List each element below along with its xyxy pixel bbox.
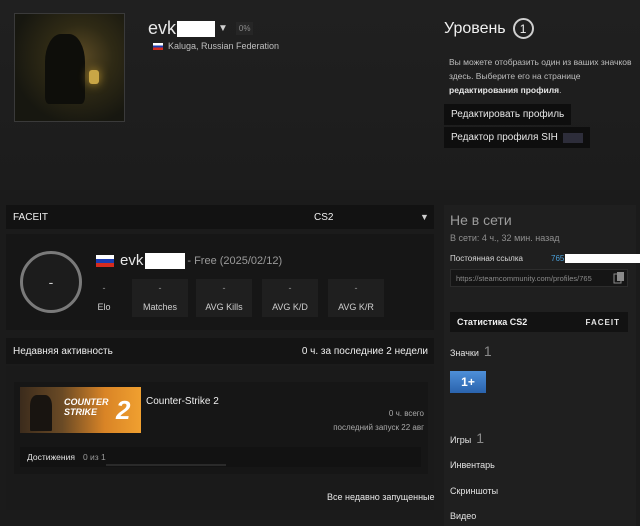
- soldier-silhouette: [30, 395, 52, 431]
- inventory-link[interactable]: Инвентарь: [450, 460, 495, 470]
- edit-profile-button[interactable]: Редактировать профиль: [444, 104, 572, 125]
- badge-icon[interactable]: 1+: [450, 371, 486, 393]
- stat-avg-kr: - AVG K/R: [328, 279, 384, 317]
- recent-activity-header: Недавняя активность 0 ч. за последние 2 …: [6, 338, 434, 364]
- avatar[interactable]: [14, 13, 125, 122]
- faceit-label: FACEIT: [13, 211, 49, 223]
- stat-value: -: [222, 283, 226, 293]
- russia-flag-icon: [96, 254, 114, 267]
- sih-editor-button[interactable]: Редактор профиля SIH: [444, 127, 590, 148]
- games-label: Игры: [450, 435, 472, 445]
- stat-label: Elo: [97, 302, 111, 312]
- achievements-label: Достижения: [27, 452, 75, 462]
- badges-label: Значки: [450, 348, 479, 358]
- permalink-id-text: 765: [551, 254, 565, 263]
- location-text: Kaluga, Russian Federation: [168, 41, 280, 51]
- game-hours-total: 0 ч. всего: [388, 409, 424, 418]
- faceit-dropdown[interactable]: FACEIT CS2 ▼: [6, 205, 434, 229]
- redaction-box: [145, 252, 186, 269]
- stat-value: -: [354, 283, 358, 293]
- stat-elo: - Elo: [76, 279, 132, 317]
- faceit-level-ring: -: [20, 251, 82, 313]
- chevron-down-icon[interactable]: ▼: [218, 23, 228, 34]
- stat-matches: - Matches: [132, 279, 188, 317]
- faceit-brand: FACEIT: [585, 317, 620, 327]
- profile-name-text: evk: [148, 18, 177, 38]
- online-status: Не в сети: [450, 212, 512, 228]
- stat-value: -: [288, 283, 292, 293]
- copy-icon[interactable]: [613, 271, 625, 284]
- last-seen: В сети: 4 ч., 32 мин. назад: [450, 233, 560, 243]
- redaction-box: [177, 20, 216, 37]
- game-title[interactable]: Counter-Strike 2: [146, 396, 219, 407]
- faceit-game: CS2: [314, 211, 334, 223]
- stat-label: AVG K/R: [338, 302, 374, 312]
- faceit-player-sub: - Free (2025/02/12): [187, 254, 283, 267]
- stat-label: Matches: [142, 302, 177, 312]
- avatar-lamp: [89, 70, 99, 84]
- games-link[interactable]: Игры 1: [450, 430, 484, 446]
- level-desc-text: Вы можете отобразить один из ваших значк…: [449, 57, 632, 81]
- russia-flag-icon: [153, 42, 163, 50]
- avatar-figure: [45, 34, 85, 104]
- level-title: Уровень: [444, 19, 506, 37]
- recent-activity-hours: 0 ч. за последние 2 недели: [301, 345, 428, 357]
- permalink-url-field[interactable]: https://steamcommunity.com/profiles/765: [450, 269, 628, 287]
- stat-avg-kd: - AVG K/D: [262, 279, 318, 317]
- cs2-stats-button[interactable]: Статистика CS2 FACEIT: [450, 312, 628, 332]
- video-link[interactable]: Видео: [450, 511, 476, 521]
- game-logo-number: 2: [116, 395, 131, 425]
- cs2-stats-label: Статистика CS2: [457, 317, 528, 327]
- profile-name[interactable]: evk ▼ 0%: [148, 18, 254, 39]
- level-description: Вы можете отобразить один из ваших значк…: [449, 57, 632, 95]
- achievements-progress: [106, 464, 226, 466]
- achievements-count: 0 из 1: [82, 452, 106, 462]
- edit-profile-link[interactable]: редактирования профиля: [449, 85, 559, 95]
- redaction-box: [565, 254, 640, 263]
- badges-link[interactable]: Значки 1: [450, 343, 492, 359]
- stat-avg-kills: - AVG Kills: [196, 279, 252, 317]
- games-count: 1: [476, 430, 485, 446]
- faceit-player-name: evk: [120, 252, 144, 269]
- screenshots-link[interactable]: Скриншоты: [450, 486, 498, 496]
- level-badge: 1: [512, 18, 534, 39]
- faceit-player: evk - Free (2025/02/12): [96, 252, 282, 269]
- chevron-down-icon[interactable]: ▼: [420, 212, 429, 222]
- stat-label: AVG K/D: [272, 302, 308, 312]
- stat-value: -: [158, 283, 162, 293]
- game-capsule-image[interactable]: COUNTER STRIKE 2: [20, 387, 141, 433]
- profile-location: Kaluga, Russian Federation: [153, 41, 279, 51]
- all-recent-link[interactable]: Все недавно запущенные: [327, 492, 435, 502]
- sih-tag-icon: [562, 132, 583, 143]
- stat-value: -: [102, 283, 106, 293]
- permalink-id[interactable]: 765: [551, 254, 640, 263]
- badges-count: 1: [483, 343, 492, 359]
- permalink-label: Постоянная ссылка: [450, 254, 523, 263]
- stat-label: AVG Kills: [205, 302, 243, 312]
- recent-activity-title: Недавняя активность: [13, 345, 113, 357]
- sih-editor-label: Редактор профиля SIH: [451, 132, 558, 143]
- level-section: Уровень 1: [444, 18, 534, 39]
- profile-percent: 0%: [235, 22, 254, 35]
- game-last-played: последний запуск 22 авг: [333, 423, 424, 432]
- achievements-bar[interactable]: Достижения 0 из 1: [20, 447, 421, 467]
